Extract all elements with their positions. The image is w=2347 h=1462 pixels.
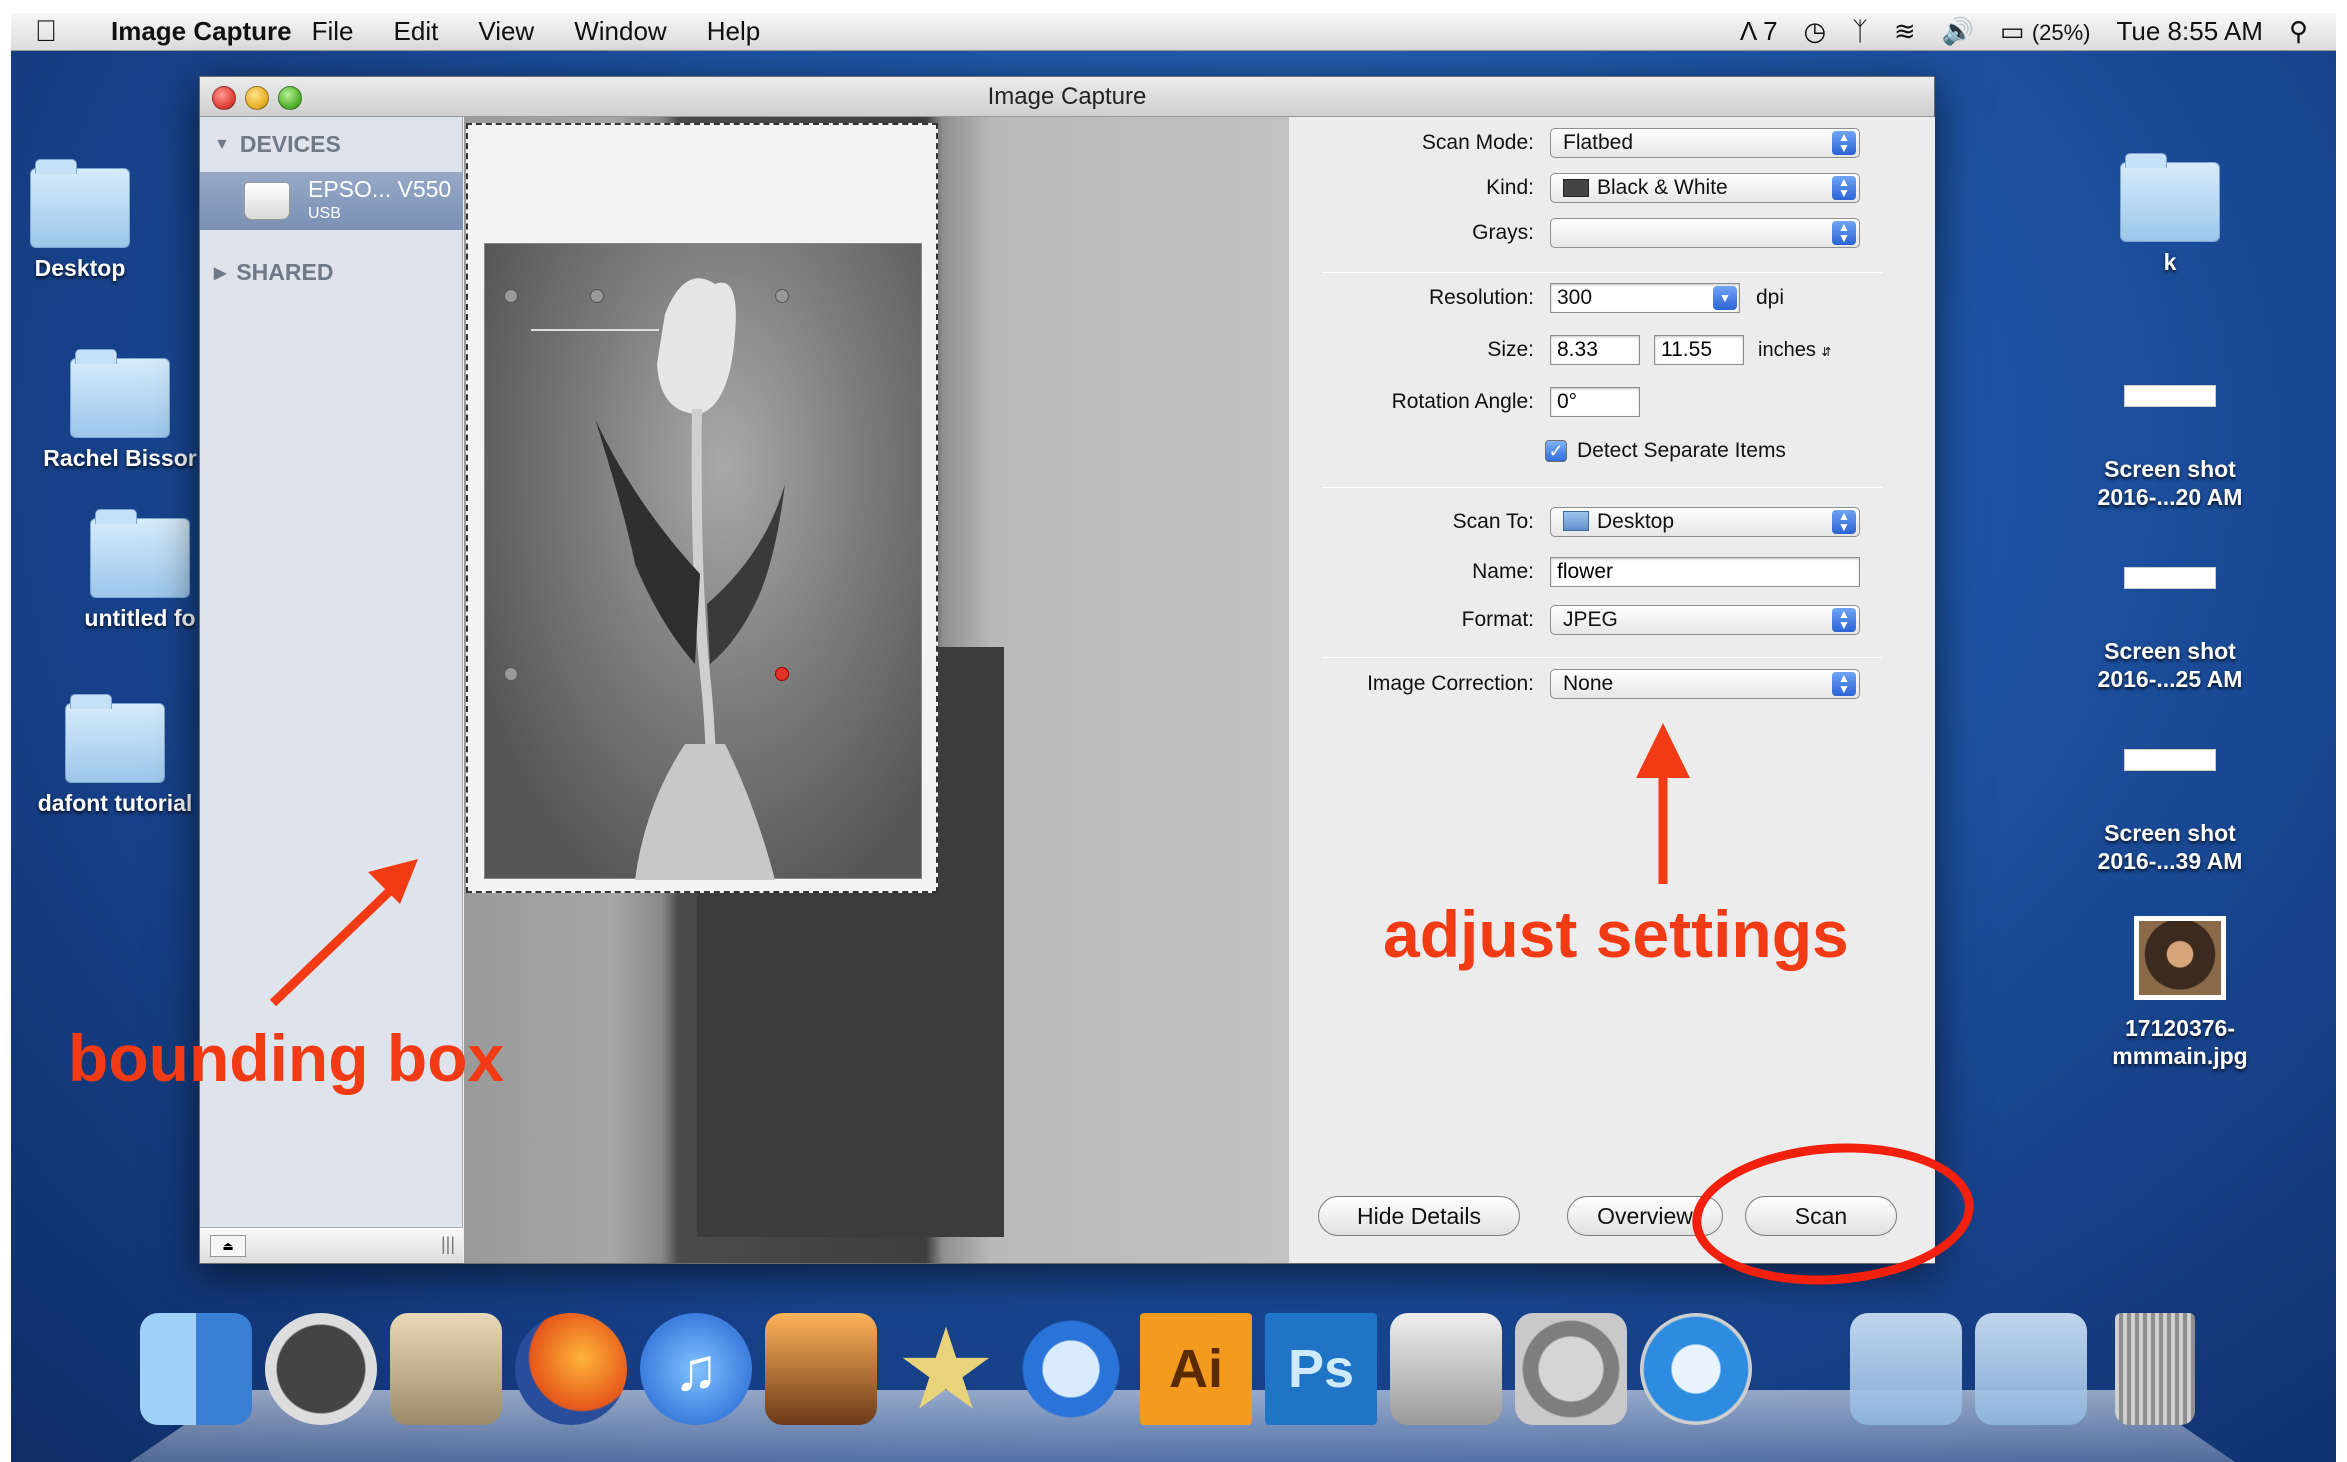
documents-stack-icon[interactable] <box>1975 1313 2087 1425</box>
adjust-settings-arrowhead <box>1636 723 1690 778</box>
quicktime-icon[interactable] <box>1015 1313 1127 1425</box>
bounding-box-arrowhead <box>368 859 418 904</box>
applications-stack-icon[interactable] <box>1850 1313 1962 1425</box>
image-capture-dock-icon[interactable] <box>765 1313 877 1425</box>
camera-icon[interactable] <box>1390 1313 1502 1425</box>
photoshop-icon[interactable]: Ps <box>1265 1313 1377 1425</box>
iphoto-icon[interactable] <box>390 1313 502 1425</box>
finder-icon[interactable] <box>140 1313 252 1425</box>
firefox-icon[interactable] <box>515 1313 627 1425</box>
bounding-box-annotation: bounding box <box>68 1021 505 1095</box>
bounding-box-arrow <box>269 882 399 1007</box>
annotation-arrows <box>269 723 1690 1007</box>
adjust-settings-annotation: adjust settings <box>1383 897 1849 971</box>
imovie-icon[interactable]: ★ <box>890 1313 1002 1426</box>
dock: ♫ ★ Ai Ps <box>130 1305 2235 1462</box>
safari-icon[interactable] <box>1640 1313 1752 1425</box>
system-preferences-icon[interactable] <box>1515 1313 1627 1425</box>
illustrator-icon[interactable]: Ai <box>1140 1313 1252 1425</box>
itunes-icon[interactable]: ♫ <box>640 1313 752 1425</box>
dashboard-icon[interactable] <box>265 1313 377 1425</box>
trash-icon[interactable] <box>2115 1313 2195 1425</box>
